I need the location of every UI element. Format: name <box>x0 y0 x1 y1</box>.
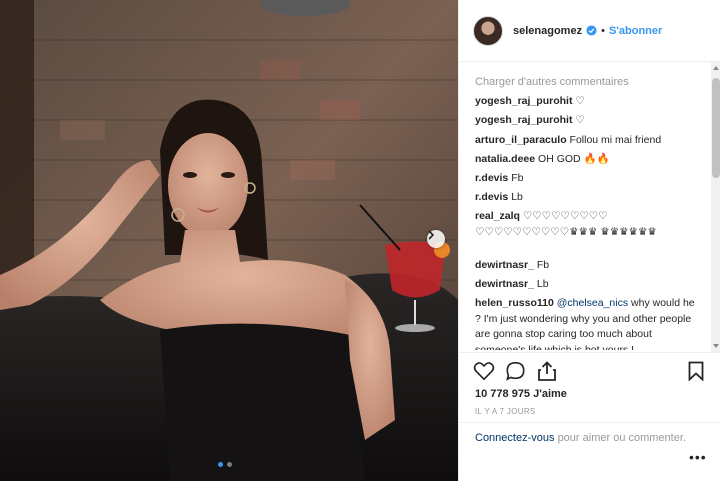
scroll-down-arrow-icon[interactable] <box>713 344 719 348</box>
header-separator: • <box>601 24 605 37</box>
more-options-icon[interactable]: ••• <box>689 450 707 465</box>
share-icon[interactable] <box>537 361 557 381</box>
comment-text: Fb <box>536 259 550 271</box>
comment-username[interactable]: dewirtnasr_ <box>475 278 534 290</box>
scroll-thumb[interactable] <box>712 78 720 178</box>
likes-count[interactable]: 10 778 975 J'aime <box>475 388 567 400</box>
photo-illustration <box>0 0 458 481</box>
post-side-panel: selenagomez • S'abonner Charger d'autres… <box>458 0 720 481</box>
comment: helen_russo110 @chelsea_nics why would h… <box>475 296 701 350</box>
comment-username[interactable]: real_zalq <box>475 210 520 222</box>
comment-text: Follou mi mai friend <box>569 134 662 146</box>
comment: real_zalq ♡♡♡♡♡♡♡♡♡ ♡♡♡♡♡♡♡♡♡♡♛♛♛ ♛♛♛♛♛♛ <box>475 209 703 240</box>
comment-username[interactable]: r.devis <box>475 191 508 203</box>
comment-text: OH GOD 🔥🔥 <box>538 153 610 165</box>
next-photo-button[interactable] <box>427 230 445 248</box>
comment-username[interactable]: helen_russo110 <box>475 297 554 309</box>
comment-username[interactable]: r.devis <box>475 172 508 184</box>
chevron-right-icon <box>428 230 435 240</box>
comment-username[interactable]: dewirtnasr_ <box>475 259 534 271</box>
post-timestamp: IL Y A 7 JOURS <box>475 407 536 416</box>
comment-username[interactable]: yogesh_raj_purohit <box>475 114 572 126</box>
verified-badge-icon <box>586 25 597 36</box>
carousel-dot-active <box>218 462 223 467</box>
comments-scrollbar[interactable] <box>711 62 720 352</box>
load-more-comments-link[interactable]: Charger d'autres commentaires <box>475 76 629 88</box>
comment-username[interactable]: arturo_il_paraculo <box>475 134 567 146</box>
carousel-dot <box>227 462 232 467</box>
comment-text: Fb <box>511 172 524 184</box>
avatar[interactable] <box>473 15 503 46</box>
username-link[interactable]: selenagomez <box>513 25 582 37</box>
comment: r.devis Fb <box>475 171 709 187</box>
add-comment-section: Connectez-vous pour aimer ou commenter. … <box>459 422 720 481</box>
comment-username[interactable]: yogesh_raj_purohit <box>475 95 572 107</box>
comment: dewirtnasr_ Lb <box>475 277 709 293</box>
comment: r.devis Lb <box>475 190 709 206</box>
comment: dewirtnasr_ Fb <box>475 258 709 274</box>
comment-username[interactable]: natalia.deee <box>475 153 535 165</box>
comment-text: ♡ <box>575 95 585 107</box>
comment-mention-link[interactable]: @chelsea_nics <box>557 297 628 309</box>
scroll-up-arrow-icon[interactable] <box>713 66 719 70</box>
bookmark-icon[interactable] <box>688 361 704 381</box>
login-prompt-text: pour aimer ou commenter. <box>557 432 686 444</box>
comment: yogesh_raj_purohit ♡ <box>475 94 709 110</box>
comment-text: Lb <box>511 191 523 203</box>
comment-text: Lb <box>536 278 549 290</box>
comment-text: ♡ <box>575 114 585 126</box>
comment-icon[interactable] <box>505 361 526 381</box>
comment: arturo_il_paraculo Follou mi mai friend <box>475 133 709 149</box>
follow-button[interactable]: S'abonner <box>609 25 662 37</box>
login-link[interactable]: Connectez-vous <box>475 432 555 444</box>
post-header: selenagomez • S'abonner <box>459 0 720 62</box>
post-actions: 10 778 975 J'aime IL Y A 7 JOURS <box>459 352 720 422</box>
heart-icon[interactable] <box>473 361 495 381</box>
comment: yogesh_raj_purohit ♡ <box>475 113 709 129</box>
comment: natalia.deee OH GOD 🔥🔥 <box>475 152 709 168</box>
post-photo <box>0 0 458 481</box>
carousel-indicator <box>218 462 232 467</box>
